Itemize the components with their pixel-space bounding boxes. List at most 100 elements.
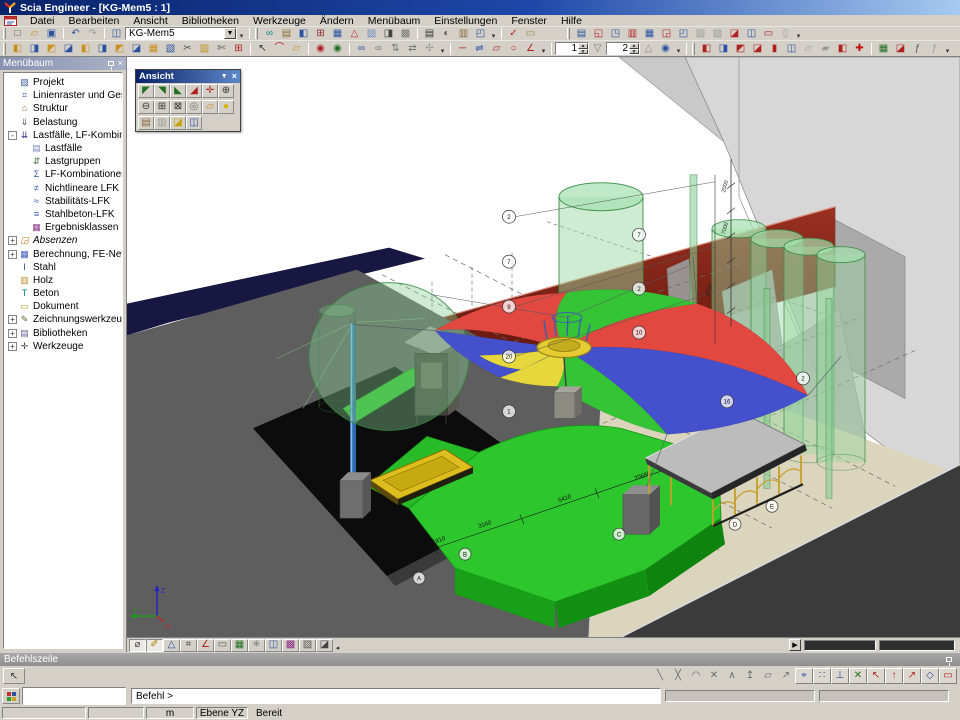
member-tool-button[interactable]: ▨ (196, 41, 213, 56)
toolbar-overflow-button[interactable]: ▾ (489, 27, 498, 40)
tree-item-berechnung[interactable]: + ▦ Berechnung, FE-Netz (6, 247, 122, 260)
toolbar-grip[interactable] (3, 28, 6, 38)
draw-circle-button[interactable]: ○ (505, 41, 522, 56)
swap-button[interactable]: ⇄ (404, 41, 421, 56)
print-data-button[interactable]: ▤ (278, 27, 295, 40)
copy-view-button[interactable]: ▥ (154, 116, 170, 130)
display-toggle-button[interactable]: ◨ (715, 41, 732, 56)
window-view-button[interactable]: ▤ (573, 27, 590, 40)
function-button[interactable]: ƒ (909, 41, 926, 56)
function-button[interactable]: ƒ (926, 41, 943, 56)
snap-delete-button[interactable]: ✕ (705, 668, 723, 684)
ansicht-panel[interactable]: Ansicht ▼ × ◤◥◣◢✛⊕ ⊖⊞⊠◎▱● ▤▥◪◫ (135, 69, 241, 132)
command-input[interactable]: Befehl > (131, 688, 661, 704)
tree-expander[interactable]: + (8, 236, 17, 245)
polygon-select-button[interactable]: ▱ (288, 41, 305, 56)
zoom-in-button[interactable]: ⊕ (218, 84, 234, 98)
select-button[interactable]: ↖ (254, 41, 271, 56)
tree-expander[interactable]: + (8, 342, 17, 351)
zoom-window-button[interactable]: ⊞ (154, 100, 170, 114)
menu-item[interactable]: Menübaum (361, 15, 428, 27)
combo-dropdown-icon[interactable]: ▼ (224, 28, 236, 39)
member-tool-button[interactable]: ▦ (145, 41, 162, 56)
member-tool-button[interactable]: ◩ (111, 41, 128, 56)
menu-item[interactable]: Werkzeuge (246, 15, 313, 27)
view-y-button[interactable]: ◥ (154, 84, 170, 98)
table-composer-icon[interactable] (2, 688, 20, 704)
close-icon[interactable]: × (232, 72, 237, 81)
window-view-button[interactable]: ◲ (658, 27, 675, 40)
rendered-model-button[interactable]: ◫ (186, 116, 202, 130)
display-toggle-button[interactable]: ▱ (800, 41, 817, 56)
pin-icon[interactable] (108, 61, 114, 66)
tree-item-lf-kombinationen[interactable]: Σ LF-Kombinationen (6, 168, 122, 181)
menu-item[interactable]: Ansicht (126, 15, 174, 27)
send-view-button[interactable]: ◪ (892, 41, 909, 56)
intersection-snap-button[interactable]: ◇ (921, 668, 939, 684)
parameters-toggle[interactable]: ◪ (316, 639, 333, 652)
tangent-snap-button[interactable]: ▭ (939, 668, 957, 684)
document-button[interactable]: ▩ (397, 27, 414, 40)
tree-item-holz[interactable]: ▥ Holz (6, 274, 122, 287)
window-view-button[interactable]: ▧ (692, 27, 709, 40)
tree-item-stabilitaets-lfk[interactable]: ≈ Stabilitäts-LFK (6, 195, 122, 208)
selection-mode-button[interactable]: ◉ (329, 41, 346, 56)
draw-polygon-button[interactable]: ▱ (488, 41, 505, 56)
grid-toggle[interactable]: ▩ (282, 639, 299, 652)
window-view-button[interactable]: ◰ (675, 27, 692, 40)
rendering-toggle[interactable]: ✳ (248, 639, 265, 652)
loads-toggle[interactable]: ⌗ (180, 639, 197, 652)
menu-item[interactable]: Datei (23, 15, 62, 27)
snap-raise-button[interactable]: ↥ (741, 668, 759, 684)
dimension-toggle[interactable]: ∠ (197, 639, 214, 652)
menu-item[interactable]: Bearbeiten (62, 15, 127, 27)
member-tool-button[interactable]: ⊞ (230, 41, 247, 56)
window-view-button[interactable]: ◪ (726, 27, 743, 40)
spinner-down-icon[interactable]: ▼ (629, 49, 639, 55)
paperspace-button[interactable]: ⊞ (312, 27, 329, 40)
toolbar-overflow-button[interactable]: ▾ (943, 42, 952, 55)
tree-item-lastgruppen[interactable]: ⇵ Lastgruppen (6, 155, 122, 168)
project-combo[interactable]: KG-Mem5 ▼ (125, 27, 237, 40)
calculator-button[interactable]: ◨ (380, 27, 397, 40)
member-tool-button[interactable]: ◪ (128, 41, 145, 56)
display-toggle-button[interactable]: ▰ (817, 41, 834, 56)
rotate-view-button[interactable]: ✛ (202, 84, 218, 98)
window-view-button[interactable]: ◫ (743, 27, 760, 40)
section-button[interactable]: ◉ (657, 41, 674, 56)
supports-toggle[interactable]: △ (163, 639, 180, 652)
new-button[interactable]: □ (9, 27, 26, 40)
command-history-list[interactable] (22, 687, 126, 705)
toolbar-grip[interactable] (692, 43, 695, 55)
center-button[interactable]: ✚ (851, 41, 868, 56)
snap-vertex-button[interactable]: ∧ (723, 668, 741, 684)
snap-line-button[interactable]: ╲ (651, 668, 669, 684)
display-toggle-button[interactable]: ◫ (783, 41, 800, 56)
search-all-button[interactable]: ∞ (370, 41, 387, 56)
scale-spinner[interactable]: 1 ▲▼ (555, 42, 589, 55)
tree-item-belastung[interactable]: ⇓ Belastung (6, 116, 122, 129)
export-button[interactable]: ▥ (455, 27, 472, 40)
send-button[interactable]: ◰ (472, 27, 489, 40)
member-tool-button[interactable]: ◧ (77, 41, 94, 56)
midpoint-snap-button[interactable]: ✕ (849, 668, 867, 684)
scale-button[interactable]: ▽ (589, 41, 606, 56)
window-view-button[interactable]: ▦ (641, 27, 658, 40)
snap-arc-button[interactable]: ◠ (687, 668, 705, 684)
redo-button[interactable]: ↷ (84, 27, 101, 40)
tree-expander[interactable]: + (8, 250, 17, 259)
zoom-out-button[interactable]: ⊖ (138, 100, 154, 114)
chevron-down-icon[interactable]: ▼ (221, 73, 228, 80)
save-view-button[interactable]: ▦ (875, 41, 892, 56)
cut-tool-button[interactable]: ✂ (179, 41, 196, 56)
toolbar-overflow-button[interactable]: ▾ (438, 42, 447, 55)
menu-item[interactable]: Bibliotheken (175, 15, 246, 27)
labels-toggle[interactable]: ▭ (214, 639, 231, 652)
ansicht-titlebar[interactable]: Ansicht ▼ × (136, 70, 240, 83)
member-tool-button[interactable]: ◪ (60, 41, 77, 56)
nav-panel[interactable] (804, 640, 876, 651)
view-x-button[interactable]: ◤ (138, 84, 154, 98)
tree-item-linienraster[interactable]: ⌗ Linienraster und Geschosse (6, 89, 122, 102)
model-viewport[interactable]: 3160 5410 20680 1810 (127, 57, 960, 652)
open-button[interactable]: ▱ (26, 27, 43, 40)
